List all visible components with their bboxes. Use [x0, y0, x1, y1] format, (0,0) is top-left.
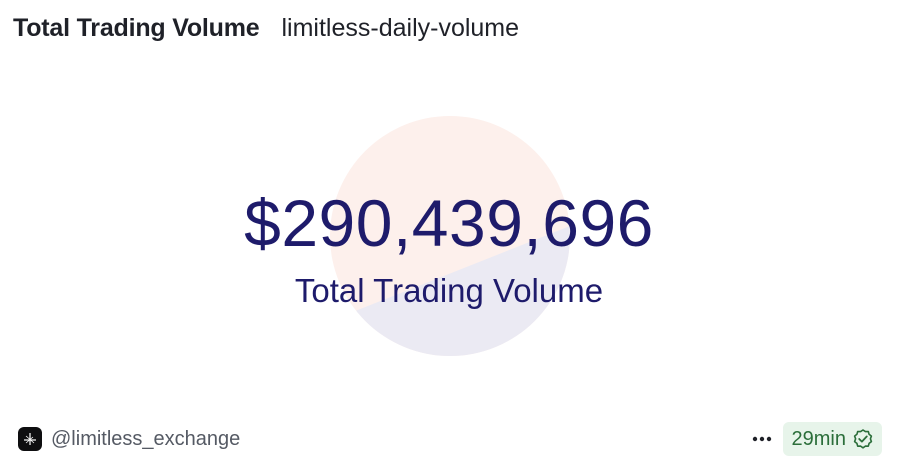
query-name[interactable]: limitless-daily-volume [281, 14, 519, 43]
visualization-card: Total Trading Volume limitless-daily-vol… [0, 0, 898, 474]
limitless-logo-icon [18, 427, 42, 451]
counter-value: $290,439,696 [244, 186, 654, 260]
counter-widget: $290,439,696 Total Trading Volume [0, 183, 898, 313]
author-link[interactable]: @limitless_exchange [18, 427, 240, 451]
more-horizontal-icon [752, 436, 771, 442]
card-header: Total Trading Volume limitless-daily-vol… [13, 14, 519, 43]
author-handle[interactable]: @limitless_exchange [51, 428, 240, 451]
freshness-badge[interactable]: 29min [782, 422, 882, 456]
more-options-button[interactable] [747, 424, 777, 454]
freshness-text: 29min [791, 427, 846, 450]
card-footer: @limitless_exchange 29min [18, 422, 882, 456]
check-badge-icon [853, 429, 873, 449]
counter-label: Total Trading Volume [294, 272, 604, 309]
footer-actions: 29min [747, 422, 882, 456]
visualization-title: Total Trading Volume [13, 14, 260, 42]
